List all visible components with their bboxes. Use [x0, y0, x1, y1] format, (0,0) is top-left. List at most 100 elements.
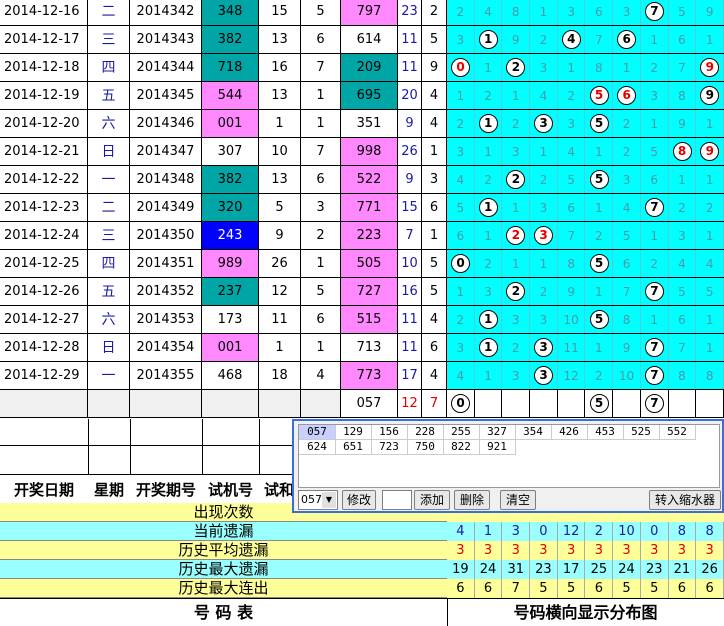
clear-button[interactable]: 清空: [500, 490, 536, 510]
list-item[interactable]: 624: [299, 440, 336, 455]
date-cell: 2014-12-28: [0, 334, 88, 362]
issue-cell: 2014345: [130, 82, 202, 110]
dist-value: 6: [613, 82, 641, 109]
list-item[interactable]: 129: [335, 425, 372, 440]
open-number-cell: 727: [341, 278, 398, 306]
dist-value: 1: [447, 278, 475, 305]
list-item[interactable]: 255: [443, 425, 480, 440]
list-item[interactable]: 822: [443, 440, 480, 455]
week-cell: 一: [88, 362, 130, 390]
trial-span-cell: 6: [301, 166, 341, 194]
stats-label: 历史最大遗漏: [0, 560, 447, 579]
dist-value: [530, 390, 558, 417]
date-cell: 2014-12-27: [0, 306, 88, 334]
number-ball: 5: [589, 170, 609, 189]
week-cell: 二: [88, 0, 130, 26]
stats-label: 历史最大连出: [0, 579, 447, 598]
trial-span-cell: 1: [301, 334, 341, 362]
open-sum-cell: 11: [398, 334, 422, 362]
week-cell: 五: [88, 82, 130, 110]
dist-value: 8: [558, 250, 586, 277]
issue-cell: 2014349: [130, 194, 202, 222]
open-sum-cell: 15: [398, 194, 422, 222]
stat-value: 5: [558, 579, 586, 598]
dist-value: 7: [586, 26, 614, 53]
delete-button[interactable]: 删除: [454, 490, 490, 510]
number-ball: 0: [451, 254, 470, 273]
combo-arrow-icon[interactable]: ▼: [322, 492, 336, 508]
open-span-cell: 4: [422, 306, 447, 334]
date-cell: 2014-12-18: [0, 54, 88, 82]
edit-field[interactable]: [382, 490, 412, 510]
dist-value: 7: [669, 54, 697, 81]
list-item[interactable]: 327: [479, 425, 516, 440]
list-item[interactable]: 651: [335, 440, 372, 455]
table-row: 2014-12-21 日 2014347 307 10 7 998 26 1 3 1 3 1 4 1 2 5 8 9: [0, 138, 724, 166]
open-number-cell: 209: [341, 54, 398, 82]
list-item[interactable]: 750: [407, 440, 444, 455]
number-combo[interactable]: 057 ▼: [298, 490, 338, 510]
table-row: 2014-12-16 二 2014342 348 15 5 797 23 2 2 4 8 1 3 6 3 7 5 9: [0, 0, 724, 26]
trial-number-cell: 382: [202, 26, 259, 54]
dist-value: 2: [558, 82, 586, 109]
list-item[interactable]: 525: [623, 425, 660, 440]
dist-value: 4: [530, 82, 558, 109]
stat-value: 3: [447, 541, 475, 560]
dist-value: 7: [641, 278, 669, 305]
dist-value: 4: [447, 362, 475, 389]
transfer-button[interactable]: 转入缩水器: [649, 490, 721, 510]
dist-value: 1: [475, 194, 503, 221]
dist-value: 2: [502, 334, 531, 361]
summary-empty-cell: [130, 390, 202, 418]
dist-value: 4: [558, 138, 586, 165]
open-number-cell: 797: [341, 0, 398, 26]
open-number-cell: 771: [341, 194, 398, 222]
table-row: 2014-12-23 二 2014349 320 5 3 771 15 6 5 1 1 3 6 1 4 7 2 2: [0, 194, 724, 222]
date-cell: 2014-12-22: [0, 166, 88, 194]
dist-value: 1: [696, 222, 724, 249]
dist-value: 11: [558, 334, 586, 361]
stat-value: 10: [613, 522, 641, 541]
trial-span-cell: 1: [301, 82, 341, 110]
dist-value: [557, 390, 586, 417]
dist-value: 2: [641, 54, 669, 81]
stat-value: 19: [447, 560, 475, 579]
table-row: 2014-12-20 六 2014346 001 1 1 351 9 4 2 1 2 3 3 5 2 1 9 1: [0, 110, 724, 138]
list-item[interactable]: 354: [515, 425, 552, 440]
dist-value: 6: [641, 166, 669, 193]
dist-value: 2: [502, 278, 531, 305]
dist-value: 10: [613, 362, 641, 389]
trial-number-cell: 718: [202, 54, 259, 82]
dist-value: 9: [502, 26, 531, 53]
trial-span-cell: 1: [301, 250, 341, 278]
footer-bar: 号 码 表 号码横向显示分布图: [0, 598, 724, 626]
date-cell: 2014-12-19: [0, 82, 88, 110]
distribution-cell: 3131412589: [447, 138, 724, 166]
number-list[interactable]: 057 129 156 228 255 327 354 426 453 525 552 624 651 7…: [298, 424, 720, 488]
open-span-cell: 6: [422, 194, 447, 222]
dist-value: 3: [502, 138, 531, 165]
number-ball: 3: [534, 366, 554, 385]
number-ball: 2: [506, 282, 526, 301]
number-ball: 1: [478, 30, 498, 49]
week-cell: 五: [88, 278, 130, 306]
issue-cell: 2014344: [130, 54, 202, 82]
list-item[interactable]: 552: [659, 425, 696, 440]
list-item[interactable]: 426: [551, 425, 588, 440]
add-button[interactable]: 添加: [414, 490, 450, 510]
number-ball: 6: [617, 86, 637, 105]
stat-value: 24: [613, 560, 641, 579]
stats-label: 当前遗漏: [0, 522, 447, 541]
list-item[interactable]: 156: [371, 425, 408, 440]
list-item[interactable]: 921: [479, 440, 516, 455]
dist-value: 5: [586, 110, 614, 137]
trial-sum-cell: 1: [259, 110, 301, 138]
stat-value: 25: [586, 560, 614, 579]
dist-value: 4: [558, 26, 586, 53]
dist-value: 1: [558, 54, 586, 81]
list-item[interactable]: 453: [587, 425, 624, 440]
list-item[interactable]: 228: [407, 425, 444, 440]
list-item[interactable]: 723: [371, 440, 408, 455]
modify-button[interactable]: 修改: [342, 490, 376, 510]
list-item[interactable]: 057: [299, 425, 336, 440]
